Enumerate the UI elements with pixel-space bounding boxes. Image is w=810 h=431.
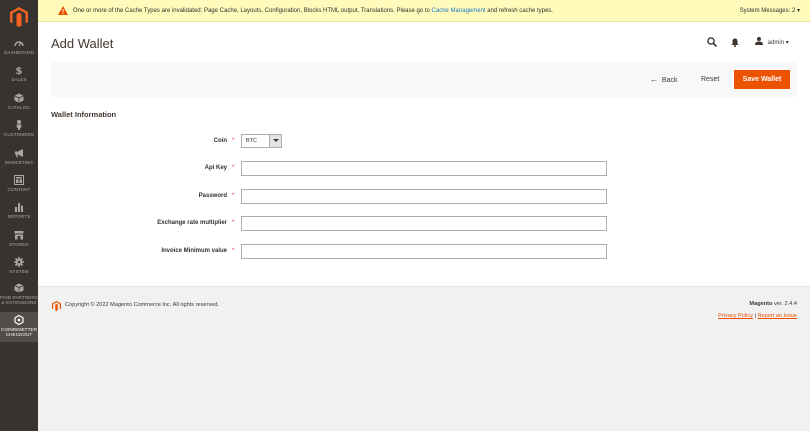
sidebar-item-label: MARKETING [4,160,34,165]
notice-message: One or more of the Cache Types are inval… [73,8,553,14]
password-label: Password [198,193,227,199]
megaphone-icon [15,149,23,158]
admin-user-menu[interactable]: admin ▾ [755,37,789,47]
coin-label: Coin [213,138,227,144]
reset-button[interactable]: Reset [701,62,719,97]
copyright-text: Copyright © 2022 Magento Commerce Inc. A… [65,302,219,308]
required-marker: * [232,248,235,254]
person-icon [16,120,22,130]
box-icon [14,283,24,293]
warning-icon [58,6,68,15]
required-marker: * [232,165,235,171]
required-marker: * [232,220,235,226]
sidebar-item-content[interactable]: CONTENT [0,175,38,192]
magento-logo-icon[interactable] [10,7,28,27]
sidebar-item-dashboard[interactable]: DASHBOARD [0,38,38,55]
sidebar-item-label-line2: CHECKOUT [5,332,33,337]
exchange-rate-input[interactable] [241,216,607,231]
coin-select[interactable]: BTC [241,134,282,148]
version-text: Magento ver. 2.4.4 [749,301,797,307]
bar-chart-icon [15,203,23,212]
sidebar-item-marketing[interactable]: MARKETING [0,148,38,165]
dollar-icon: $ [16,66,23,75]
system-notice-bar: One or more of the Cache Types are inval… [38,0,810,22]
page-title: Add Wallet [51,36,114,51]
coin-select-value: BTC [246,138,257,144]
footer-links: Privacy Policy | Report an Issue [718,313,797,319]
dashboard-icon [14,41,24,47]
required-marker: * [232,138,235,144]
sidebar-item-label: DASHBOARD [4,50,34,55]
sidebar-item-system[interactable]: SYSTEM [0,257,38,274]
sidebar-item-label-line2: & EXTENSIONS [1,300,37,305]
admin-sidebar: DASHBOARD $ SALES CATALOG CUSTOMERS MARK… [0,0,38,431]
user-icon [755,37,763,45]
cube-icon [14,93,24,103]
chevron-down-icon: ▾ [796,8,800,14]
invoice-minimum-label: Invoice Minimum value [161,248,227,254]
chevron-down-icon: ▾ [785,40,789,46]
store-icon [14,231,24,240]
sidebar-item-label: REPORTS [7,214,31,219]
search-icon[interactable] [707,37,717,47]
api-key-label: Api Key [204,165,227,171]
sidebar-item-stores[interactable]: STORES [0,230,38,247]
gear-icon [14,257,24,267]
required-marker: * [232,193,235,199]
password-input[interactable] [241,189,607,204]
sidebar-item-find-partners[interactable]: FIND PARTNERS & EXTENSIONS [0,283,38,305]
admin-username: admin [767,40,785,46]
arrow-left-icon: ← [650,75,658,84]
save-wallet-button[interactable]: Save Wallet [734,70,790,89]
sidebar-item-reports[interactable]: REPORTS [0,202,38,219]
page-actions-bar: ← Back Reset Save Wallet [51,62,797,97]
sidebar-item-label: CATALOG [8,105,30,110]
magento-logo-icon [52,301,61,311]
privacy-policy-link[interactable]: Privacy Policy [718,313,753,319]
svg-text:$: $ [16,66,23,75]
sidebar-item-catalog[interactable]: CATALOG [0,93,38,110]
sidebar-item-coinremitter[interactable]: COINREMITTER CHECKOUT [0,312,38,342]
notifications-bell-icon[interactable] [731,38,739,47]
report-issue-link[interactable]: Report an Issue [758,313,798,319]
sidebar-item-label: SYSTEM [9,269,29,274]
sidebar-item-label: CONTENT [7,187,31,192]
sidebar-item-label: SALES [11,77,27,82]
invoice-minimum-input[interactable] [241,244,607,259]
cache-management-link[interactable]: Cache Management [432,8,486,14]
sidebar-item-customers[interactable]: CUSTOMERS [0,120,38,137]
api-key-input[interactable] [241,161,607,176]
sidebar-item-sales[interactable]: $ SALES [0,65,38,82]
sidebar-item-label: CUSTOMERS [3,132,35,137]
exchange-rate-label: Exchange rate multiplier [157,220,227,226]
chevron-down-icon [269,135,281,147]
back-button[interactable]: ← Back [650,62,677,97]
hexagon-icon [14,315,24,325]
layout-icon [14,175,24,185]
system-messages-toggle[interactable]: System Messages: 2 ▾ [740,0,800,22]
section-title: Wallet Information [51,110,117,119]
sidebar-item-label: STORES [9,242,29,247]
